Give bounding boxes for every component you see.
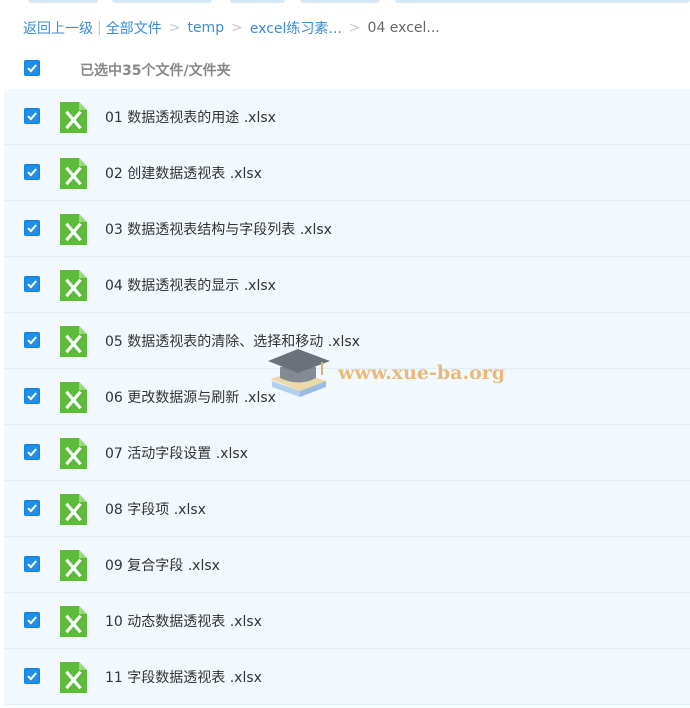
- excel-file-icon: [60, 662, 87, 693]
- file-row[interactable]: 05 数据透视表的清除、选择和移动 .xlsx: [4, 313, 690, 369]
- file-name[interactable]: 02 创建数据透视表 .xlsx: [105, 163, 262, 183]
- checkmark-icon: [27, 280, 37, 289]
- chevron-right-icon: >: [168, 20, 181, 36]
- checkmark-icon: [27, 504, 37, 513]
- excel-file-icon: [60, 326, 87, 357]
- file-name[interactable]: 07 活动字段设置 .xlsx: [105, 443, 248, 463]
- breadcrumb-item-temp[interactable]: temp: [187, 20, 224, 36]
- file-checkbox[interactable]: [24, 276, 40, 292]
- checkmark-icon: [27, 168, 37, 177]
- checkmark-icon: [27, 112, 37, 121]
- selection-count: 已选中35个文件/文件夹: [80, 63, 231, 79]
- excel-file-icon: [60, 606, 87, 637]
- file-name[interactable]: 03 数据透视表结构与字段列表 .xlsx: [105, 219, 332, 239]
- excel-file-icon: [60, 102, 87, 133]
- checkmark-icon: [27, 448, 37, 457]
- checkmark-icon: [27, 392, 37, 401]
- file-name[interactable]: 05 数据透视表的清除、选择和移动 .xlsx: [105, 331, 360, 351]
- breadcrumb-item-excel[interactable]: excel练习素...: [250, 18, 342, 38]
- checkmark-icon: [27, 672, 37, 681]
- file-row[interactable]: 02 创建数据透视表 .xlsx: [4, 145, 690, 201]
- breadcrumb-current: 04 excel...: [367, 20, 440, 36]
- file-row[interactable]: 10 动态数据透视表 .xlsx: [4, 593, 690, 649]
- file-checkbox[interactable]: [24, 668, 40, 684]
- checkmark-icon: [27, 560, 37, 569]
- excel-file-icon: [60, 382, 87, 413]
- chevron-right-icon: >: [348, 20, 361, 36]
- file-name[interactable]: 06 更改数据源与刷新 .xlsx: [105, 387, 276, 407]
- file-checkbox[interactable]: [24, 164, 40, 180]
- file-checkbox[interactable]: [24, 612, 40, 628]
- checkmark-icon: [27, 64, 37, 73]
- file-name[interactable]: 11 字段数据透视表 .xlsx: [105, 667, 262, 687]
- checkmark-icon: [27, 336, 37, 345]
- file-name[interactable]: 04 数据透视表的显示 .xlsx: [105, 275, 276, 295]
- breadcrumb-divider: |: [97, 20, 102, 36]
- breadcrumb: 返回上一级 | 全部文件 > temp > excel练习素... > 04 e…: [23, 17, 440, 39]
- file-row[interactable]: 04 数据透视表的显示 .xlsx: [4, 257, 690, 313]
- excel-file-icon: [60, 158, 87, 189]
- excel-file-icon: [60, 214, 87, 245]
- selection-bar: 已选中35个文件/文件夹: [0, 55, 690, 85]
- breadcrumb-item-all-files[interactable]: 全部文件: [106, 18, 162, 38]
- chevron-right-icon: >: [231, 20, 243, 36]
- file-name[interactable]: 08 字段项 .xlsx: [105, 499, 206, 519]
- file-checkbox[interactable]: [24, 388, 40, 404]
- file-checkbox[interactable]: [24, 332, 40, 348]
- file-checkbox[interactable]: [24, 108, 40, 124]
- excel-file-icon: [60, 494, 87, 525]
- file-row[interactable]: 03 数据透视表结构与字段列表 .xlsx: [4, 201, 690, 257]
- file-list: 01 数据透视表的用途 .xlsx 02 创建数据透视表 .xlsx 03 数据透视…: [4, 89, 690, 705]
- back-link[interactable]: 返回上一级: [23, 18, 93, 38]
- file-name[interactable]: 01 数据透视表的用途 .xlsx: [105, 107, 276, 127]
- top-toolbar-edge: [0, 0, 690, 4]
- file-name[interactable]: 09 复合字段 .xlsx: [105, 555, 220, 575]
- file-row[interactable]: 11 字段数据透视表 .xlsx: [4, 649, 690, 705]
- file-checkbox[interactable]: [24, 444, 40, 460]
- excel-file-icon: [60, 550, 87, 581]
- excel-file-icon: [60, 438, 87, 469]
- file-checkbox[interactable]: [24, 500, 40, 516]
- excel-file-icon: [60, 270, 87, 301]
- file-name[interactable]: 10 动态数据透视表 .xlsx: [105, 611, 262, 631]
- checkmark-icon: [27, 616, 37, 625]
- select-all-checkbox[interactable]: [24, 60, 40, 76]
- file-row[interactable]: 01 数据透视表的用途 .xlsx: [4, 89, 690, 145]
- file-checkbox[interactable]: [24, 556, 40, 572]
- checkmark-icon: [27, 224, 37, 233]
- file-row[interactable]: 07 活动字段设置 .xlsx: [4, 425, 690, 481]
- file-row[interactable]: 09 复合字段 .xlsx: [4, 537, 690, 593]
- file-checkbox[interactable]: [24, 220, 40, 236]
- file-row[interactable]: 08 字段项 .xlsx: [4, 481, 690, 537]
- file-row[interactable]: 06 更改数据源与刷新 .xlsx: [4, 369, 690, 425]
